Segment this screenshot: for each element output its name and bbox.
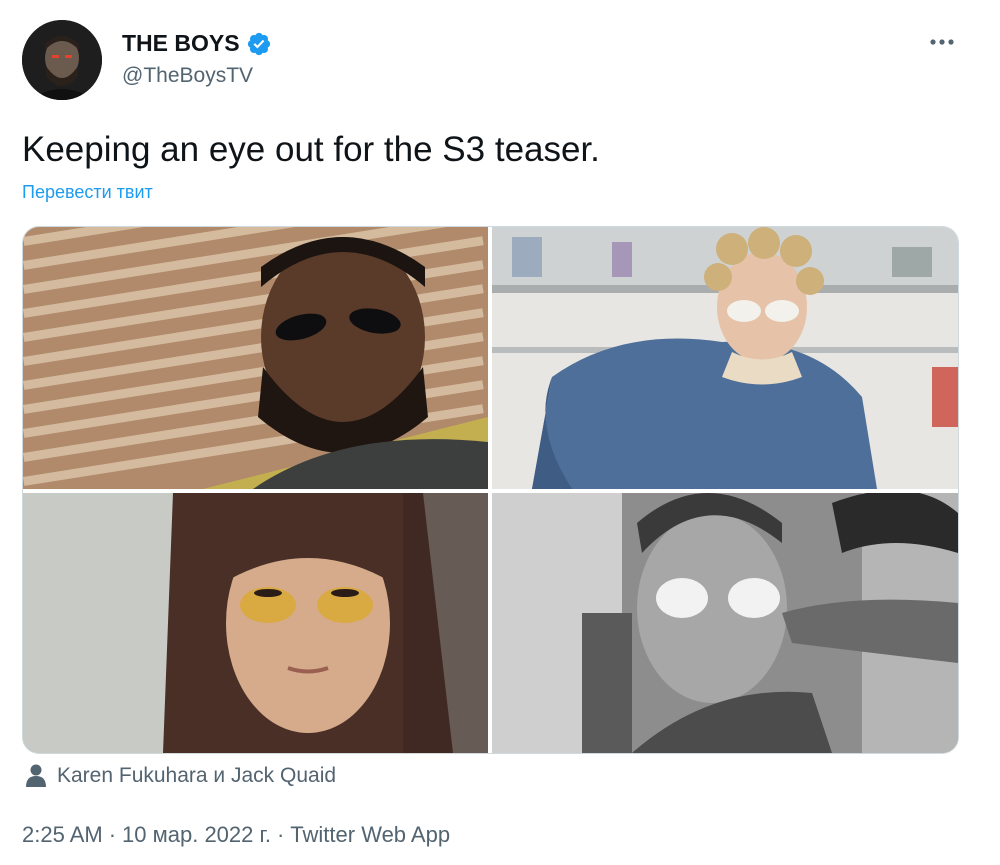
- tweet-photo-3[interactable]: [23, 493, 488, 753]
- translate-tweet-link[interactable]: Перевести твит: [22, 182, 153, 203]
- tweet-time[interactable]: 2:25 AM: [22, 822, 103, 848]
- meta-separator: ·: [108, 822, 117, 847]
- author-handle[interactable]: @TheBoysTV: [122, 64, 253, 88]
- tagged-people[interactable]: Karen Fukuhara и Jack Quaid: [25, 764, 336, 788]
- tagged-people-text: Karen Fukuhara и Jack Quaid: [57, 764, 337, 787]
- tweet-photo-2[interactable]: [492, 227, 958, 489]
- media-grid: [22, 226, 959, 754]
- more-options-button[interactable]: [918, 26, 966, 58]
- tweet-source[interactable]: Twitter Web App: [290, 822, 450, 848]
- tweet-text: Keeping an eye out for the S3 teaser.: [22, 130, 600, 169]
- meta-separator: ·: [276, 822, 285, 847]
- verified-badge-icon: [246, 31, 272, 57]
- author-name[interactable]: THE BOYS: [122, 30, 272, 57]
- tweet-photo-4[interactable]: [492, 493, 958, 753]
- person-icon: [26, 764, 46, 787]
- author-avatar[interactable]: [22, 20, 102, 100]
- avatar-image: [22, 20, 102, 100]
- more-options-icon: [930, 39, 954, 45]
- author-name-text: THE BOYS: [122, 30, 240, 56]
- tweet-photo-1[interactable]: [23, 227, 488, 489]
- tweet-metadata: 2:25 AM · 10 мар. 2022 г. · Twitter Web …: [22, 822, 450, 848]
- tweet-date[interactable]: 10 мар. 2022 г.: [122, 822, 271, 848]
